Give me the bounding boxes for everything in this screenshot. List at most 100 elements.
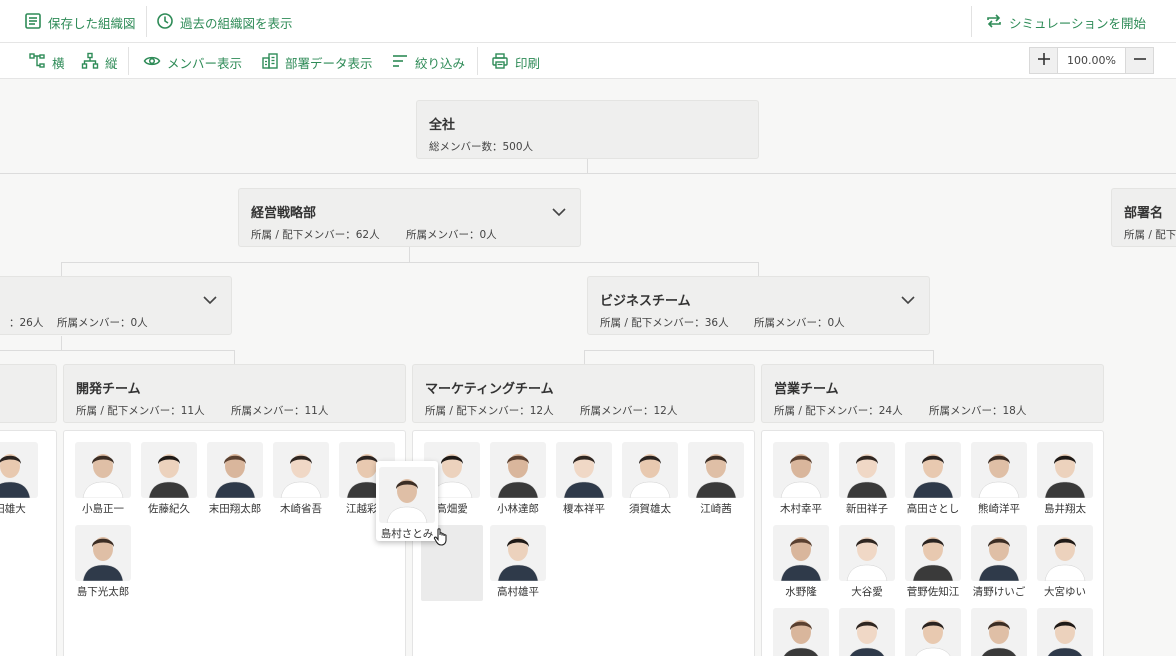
member-card[interactable] xyxy=(773,608,829,656)
member-name: 須賀雄太 xyxy=(629,503,671,515)
connector-line xyxy=(0,173,1176,174)
org-node-team-cut[interactable] xyxy=(0,364,57,423)
building-icon xyxy=(261,52,279,73)
member-card[interactable]: 木村幸平 xyxy=(773,442,829,516)
zoom-out-button[interactable] xyxy=(1126,48,1153,73)
avatar xyxy=(490,525,546,581)
member-card[interactable]: 島井翔太 xyxy=(1037,442,1093,516)
avatar xyxy=(556,442,612,498)
past-chart-label: 過去の組織図を表示 xyxy=(180,16,293,31)
divider xyxy=(146,6,147,37)
member-card[interactable]: 菅野佐知江 xyxy=(905,525,961,599)
avatar xyxy=(839,608,895,656)
org-node-sales-team[interactable]: 営業チーム 所属 / 配下メンバー：24人 所属メンバー：18人 xyxy=(761,364,1104,423)
member-card[interactable]: 熊崎洋平 xyxy=(971,442,1027,516)
simulation-label: シミュレーションを開始 xyxy=(1009,16,1147,31)
horizontal-layout-button[interactable]: 横 xyxy=(28,52,65,73)
avatar xyxy=(1037,525,1093,581)
node-title: 全社 xyxy=(429,118,456,133)
avatar xyxy=(622,442,678,498)
divider xyxy=(971,6,972,37)
node-total-members: 所属 / 配下メンバー：36人 xyxy=(600,317,729,329)
dragging-member-card[interactable]: 島村さとみ xyxy=(376,461,438,541)
connector-line xyxy=(61,262,759,263)
org-node-company[interactable]: 全社 総メンバー数：500人 xyxy=(416,100,759,159)
member-card[interactable]: 島下光太郎 xyxy=(75,525,131,599)
node-direct-members: 所属メンバー：0人 xyxy=(57,317,148,329)
member-card[interactable]: 大宮ゆい xyxy=(1037,525,1093,599)
member-name: 清野けいご xyxy=(972,586,1026,598)
saved-chart-label: 保存した組織図 xyxy=(48,16,136,31)
member-card[interactable]: 末田翔太郎 xyxy=(207,442,263,516)
zoom-level: 100.00% xyxy=(1057,48,1126,73)
chevron-down-icon[interactable] xyxy=(551,204,567,220)
member-card[interactable] xyxy=(905,608,961,656)
zoom-in-button[interactable] xyxy=(1030,48,1057,73)
org-node-business-team[interactable]: ビジネスチーム 所属 / 配下メンバー：36人 所属メンバー：0人 xyxy=(587,276,930,335)
connector-line xyxy=(61,336,62,350)
avatar xyxy=(971,608,1027,656)
member-name: 木村幸平 xyxy=(780,503,822,515)
vertical-layout-button[interactable]: 縦 xyxy=(81,52,118,73)
saved-chart-button[interactable]: 保存した組織図 xyxy=(24,12,136,33)
node-direct-members: 所属メンバー：0人 xyxy=(406,229,497,241)
member-card[interactable]: 清野けいご xyxy=(971,525,1027,599)
member-card[interactable]: 江崎茜 xyxy=(688,442,744,516)
org-node-marketing-team[interactable]: マーケティングチーム 所属 / 配下メンバー：12人 所属メンバー：12人 xyxy=(412,364,755,423)
member-card[interactable]: 高村雄平 xyxy=(490,525,546,599)
member-card[interactable]: 小林達郎 xyxy=(490,442,546,516)
connector-line xyxy=(584,350,585,364)
member-card[interactable]: 須賀雄太 xyxy=(622,442,678,516)
avatar xyxy=(379,467,435,523)
member-card[interactable] xyxy=(839,608,895,656)
node-title: 開発チーム xyxy=(76,382,141,397)
org-node-strategy[interactable]: 経営戦略部 所属 / 配下メンバー：62人 所属メンバー：0人 xyxy=(238,188,581,247)
member-name: 島下光太郎 xyxy=(76,586,130,598)
node-total-members: 所属 / 配下 xyxy=(1124,229,1176,241)
member-name: 佐藤紀久 xyxy=(148,503,190,515)
member-card[interactable]: 水野隆 xyxy=(773,525,829,599)
node-total-members: 所属 / 配下メンバー：11人 xyxy=(76,405,205,417)
chevron-down-icon[interactable] xyxy=(202,292,218,308)
member-card[interactable]: 佐藤紀久 xyxy=(141,442,197,516)
member-card[interactable]: 田雄大 xyxy=(0,442,38,516)
member-card[interactable] xyxy=(1037,608,1093,656)
chevron-down-icon[interactable] xyxy=(900,292,916,308)
past-chart-button[interactable]: 過去の組織図を表示 xyxy=(156,12,293,33)
connector-line xyxy=(758,262,759,276)
show-members-label: メンバー表示 xyxy=(167,56,243,71)
show-dept-data-button[interactable]: 部署データ表示 xyxy=(261,52,373,73)
org-node-team-left[interactable]: ：26人 所属メンバー：0人 xyxy=(0,276,232,335)
org-chart-canvas[interactable]: 全社 総メンバー数：500人 経営戦略部 所属 / 配下メンバー：62人 所属メ… xyxy=(0,79,1176,656)
node-direct-members: 所属メンバー：12人 xyxy=(580,405,678,417)
avatar xyxy=(773,608,829,656)
member-card[interactable]: 木崎省吾 xyxy=(273,442,329,516)
node-title: ビジネスチーム xyxy=(600,294,691,309)
member-name: 小林達郎 xyxy=(497,503,539,515)
org-node-dept[interactable]: 部署名 所属 / 配下 xyxy=(1111,188,1176,247)
member-card[interactable]: 小島正一 xyxy=(75,442,131,516)
avatar xyxy=(839,525,895,581)
member-card[interactable]: 新田祥子 xyxy=(839,442,895,516)
vertical-label: 縦 xyxy=(105,56,118,71)
printer-icon xyxy=(491,52,509,73)
print-button[interactable]: 印刷 xyxy=(491,52,540,73)
node-total-members: 所属 / 配下メンバー：12人 xyxy=(425,405,554,417)
member-card[interactable]: 榎本祥平 xyxy=(556,442,612,516)
simulation-button[interactable]: シミュレーションを開始 xyxy=(985,12,1146,33)
member-card[interactable]: 大谷愛 xyxy=(839,525,895,599)
member-card[interactable] xyxy=(971,608,1027,656)
org-node-dev-team[interactable]: 開発チーム 所属 / 配下メンバー：11人 所属メンバー：11人 xyxy=(63,364,406,423)
show-members-button[interactable]: メンバー表示 xyxy=(143,52,242,73)
filter-button[interactable]: 絞り込み xyxy=(391,52,465,73)
divider xyxy=(477,47,478,75)
node-total-members: 所属 / 配下メンバー：62人 xyxy=(251,229,380,241)
member-name: 水野隆 xyxy=(785,586,817,598)
vertical-tree-icon xyxy=(81,52,99,73)
divider xyxy=(128,47,129,75)
member-card[interactable]: 高田さとし xyxy=(905,442,961,516)
avatar xyxy=(75,442,131,498)
avatar xyxy=(905,608,961,656)
avatar xyxy=(905,442,961,498)
show-dept-data-label: 部署データ表示 xyxy=(285,56,373,71)
